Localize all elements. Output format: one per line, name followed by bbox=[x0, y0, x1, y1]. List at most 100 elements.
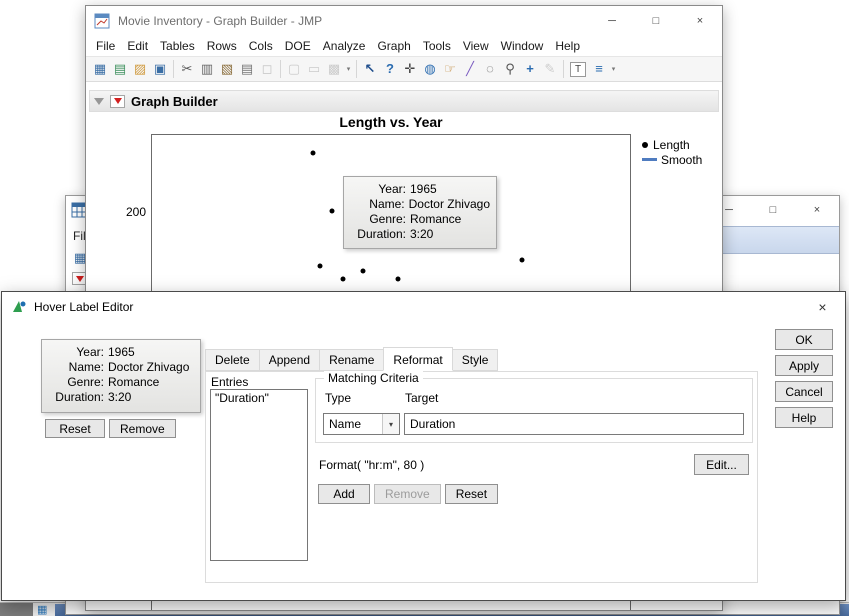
data-point[interactable] bbox=[311, 151, 316, 156]
toolbar-overflow-chevron[interactable]: ▾ bbox=[609, 65, 618, 73]
edit-button[interactable]: Edit... bbox=[694, 454, 749, 475]
main-close-button[interactable]: × bbox=[678, 6, 722, 36]
hover-label-preview[interactable]: Year:1965Name:Doctor ZhivagoGenre:Romanc… bbox=[41, 339, 201, 413]
text-annotation-icon[interactable]: T bbox=[570, 62, 586, 77]
menu-file[interactable]: File bbox=[90, 39, 121, 53]
cut-icon[interactable]: ✂ bbox=[177, 59, 197, 79]
red-triangle-menu-button[interactable] bbox=[110, 95, 125, 108]
hover-field-value: Romance bbox=[410, 212, 461, 227]
graph-builder-header: Graph Builder bbox=[89, 90, 719, 112]
ok-button[interactable]: OK bbox=[775, 329, 833, 350]
menu-edit[interactable]: Edit bbox=[121, 39, 154, 53]
data-point[interactable] bbox=[396, 277, 401, 282]
tab-delete[interactable]: Delete bbox=[205, 349, 260, 371]
hover-label-row: Year:1965 bbox=[48, 345, 194, 360]
dialog-title: Hover Label Editor bbox=[34, 300, 133, 314]
brush-tool-icon[interactable]: ╱ bbox=[460, 59, 480, 79]
magnifier-tool-icon[interactable]: ⚲ bbox=[500, 59, 520, 79]
menu-tools[interactable]: Tools bbox=[417, 39, 457, 53]
reset-button[interactable]: Reset bbox=[445, 484, 498, 504]
save-icon[interactable]: ▣ bbox=[150, 59, 170, 79]
red-triangle-icon bbox=[114, 98, 122, 104]
bg-close-button[interactable]: × bbox=[795, 196, 839, 224]
help-tool-icon[interactable]: ? bbox=[380, 59, 400, 79]
target-input[interactable] bbox=[404, 413, 744, 435]
section-title: Graph Builder bbox=[131, 94, 218, 109]
hover-field-value: Doctor Zhivago bbox=[409, 197, 490, 212]
menu-bar: FileEditTablesRowsColsDOEAnalyzeGraphToo… bbox=[86, 36, 722, 56]
toolbar-overflow-chevron[interactable]: ▾ bbox=[344, 65, 353, 73]
hover-field-label: Genre: bbox=[350, 212, 406, 227]
menu-help[interactable]: Help bbox=[549, 39, 586, 53]
dialog-side-buttons: OK Apply Cancel Help bbox=[775, 329, 833, 428]
action-buttons: AddRemoveReset bbox=[318, 484, 498, 504]
data-point[interactable] bbox=[520, 258, 525, 263]
lasso-tool-icon[interactable]: ◌ bbox=[480, 59, 500, 79]
open-icon[interactable]: ▨ bbox=[130, 59, 150, 79]
main-minimize-button[interactable]: ─ bbox=[590, 6, 634, 36]
preview-remove-button[interactable]: Remove bbox=[109, 419, 176, 438]
cancel-button[interactable]: Cancel bbox=[775, 381, 833, 402]
entries-listbox[interactable]: "Duration" bbox=[210, 389, 308, 561]
apply-button[interactable]: Apply bbox=[775, 355, 833, 376]
chart-legend: LengthSmooth bbox=[642, 137, 702, 167]
jmp-app-icon bbox=[11, 299, 27, 318]
hover-label-row: Genre:Romance bbox=[48, 375, 194, 390]
main-titlebar: Movie Inventory - Graph Builder - JMP ─□… bbox=[86, 6, 722, 36]
legend-line-marker bbox=[642, 158, 657, 161]
zoom-plus-tool-icon[interactable]: + bbox=[520, 59, 540, 79]
data-point[interactable] bbox=[361, 269, 366, 274]
help-button[interactable]: Help bbox=[775, 407, 833, 428]
copy-icon[interactable]: ▥ bbox=[197, 59, 217, 79]
bg-maximize-button[interactable]: □ bbox=[751, 196, 795, 224]
preview-reset-button[interactable]: Reset bbox=[45, 419, 105, 438]
globe-tool-icon[interactable]: ◍ bbox=[420, 59, 440, 79]
menu-rows[interactable]: Rows bbox=[201, 39, 243, 53]
window-title: Movie Inventory - Graph Builder - JMP bbox=[118, 14, 322, 28]
add-button[interactable]: Add bbox=[318, 484, 370, 504]
data-point[interactable] bbox=[330, 209, 335, 214]
capture-icon: ▩ bbox=[324, 59, 344, 79]
toolbar-separator bbox=[563, 60, 564, 78]
menu-analyze[interactable]: Analyze bbox=[317, 39, 372, 53]
dialog-titlebar: Hover Label Editor × bbox=[2, 292, 845, 322]
legend-item-length[interactable]: Length bbox=[642, 137, 702, 152]
line-annotation-icon[interactable]: ≡ bbox=[589, 59, 609, 79]
tab-reformat[interactable]: Reformat bbox=[383, 347, 452, 371]
hover-field-label: Name: bbox=[350, 197, 405, 212]
menu-view[interactable]: View bbox=[457, 39, 495, 53]
crosshair-tool-icon[interactable]: ✛ bbox=[400, 59, 420, 79]
chevron-down-icon: ▾ bbox=[382, 414, 399, 434]
pencil-tool-icon: ✎ bbox=[540, 59, 560, 79]
paste-icon[interactable]: ▧ bbox=[217, 59, 237, 79]
hover-field-value: 3:20 bbox=[108, 390, 131, 405]
menu-doe[interactable]: DOE bbox=[279, 39, 317, 53]
data-point[interactable] bbox=[318, 264, 323, 269]
copy-table-icon[interactable]: ▤ bbox=[237, 59, 257, 79]
menu-window[interactable]: Window bbox=[495, 39, 550, 53]
dialog-close-button[interactable]: × bbox=[800, 292, 845, 322]
tab-append[interactable]: Append bbox=[259, 349, 320, 371]
menu-tables[interactable]: Tables bbox=[154, 39, 201, 53]
arrow-tool-icon[interactable]: ↖ bbox=[360, 59, 380, 79]
hand-tool-icon[interactable]: ☞ bbox=[440, 59, 460, 79]
disclosure-triangle-icon[interactable] bbox=[94, 98, 104, 105]
tab-bar: DeleteAppendRenameReformatStyle bbox=[205, 349, 497, 371]
new-data-table-icon[interactable]: ▦ bbox=[90, 59, 110, 79]
report-window-icon bbox=[94, 13, 110, 32]
hover-label-row: Duration:3:20 bbox=[48, 390, 194, 405]
toolbar-separator bbox=[356, 60, 357, 78]
menu-graph[interactable]: Graph bbox=[371, 39, 416, 53]
tab-rename[interactable]: Rename bbox=[319, 349, 384, 371]
y-axis-tick-label: 200 bbox=[104, 205, 146, 219]
menu-cols[interactable]: Cols bbox=[243, 39, 279, 53]
main-maximize-button[interactable]: □ bbox=[634, 6, 678, 36]
hover-field-value: Romance bbox=[108, 375, 159, 390]
legend-item-smooth[interactable]: Smooth bbox=[642, 152, 702, 167]
entries-list-item[interactable]: "Duration" bbox=[211, 390, 307, 406]
tab-style[interactable]: Style bbox=[452, 349, 499, 371]
type-select[interactable]: Name ▾ bbox=[323, 413, 400, 435]
data-point[interactable] bbox=[341, 277, 346, 282]
new-journal-icon[interactable]: ▤ bbox=[110, 59, 130, 79]
table-window-left-edge bbox=[0, 603, 33, 616]
